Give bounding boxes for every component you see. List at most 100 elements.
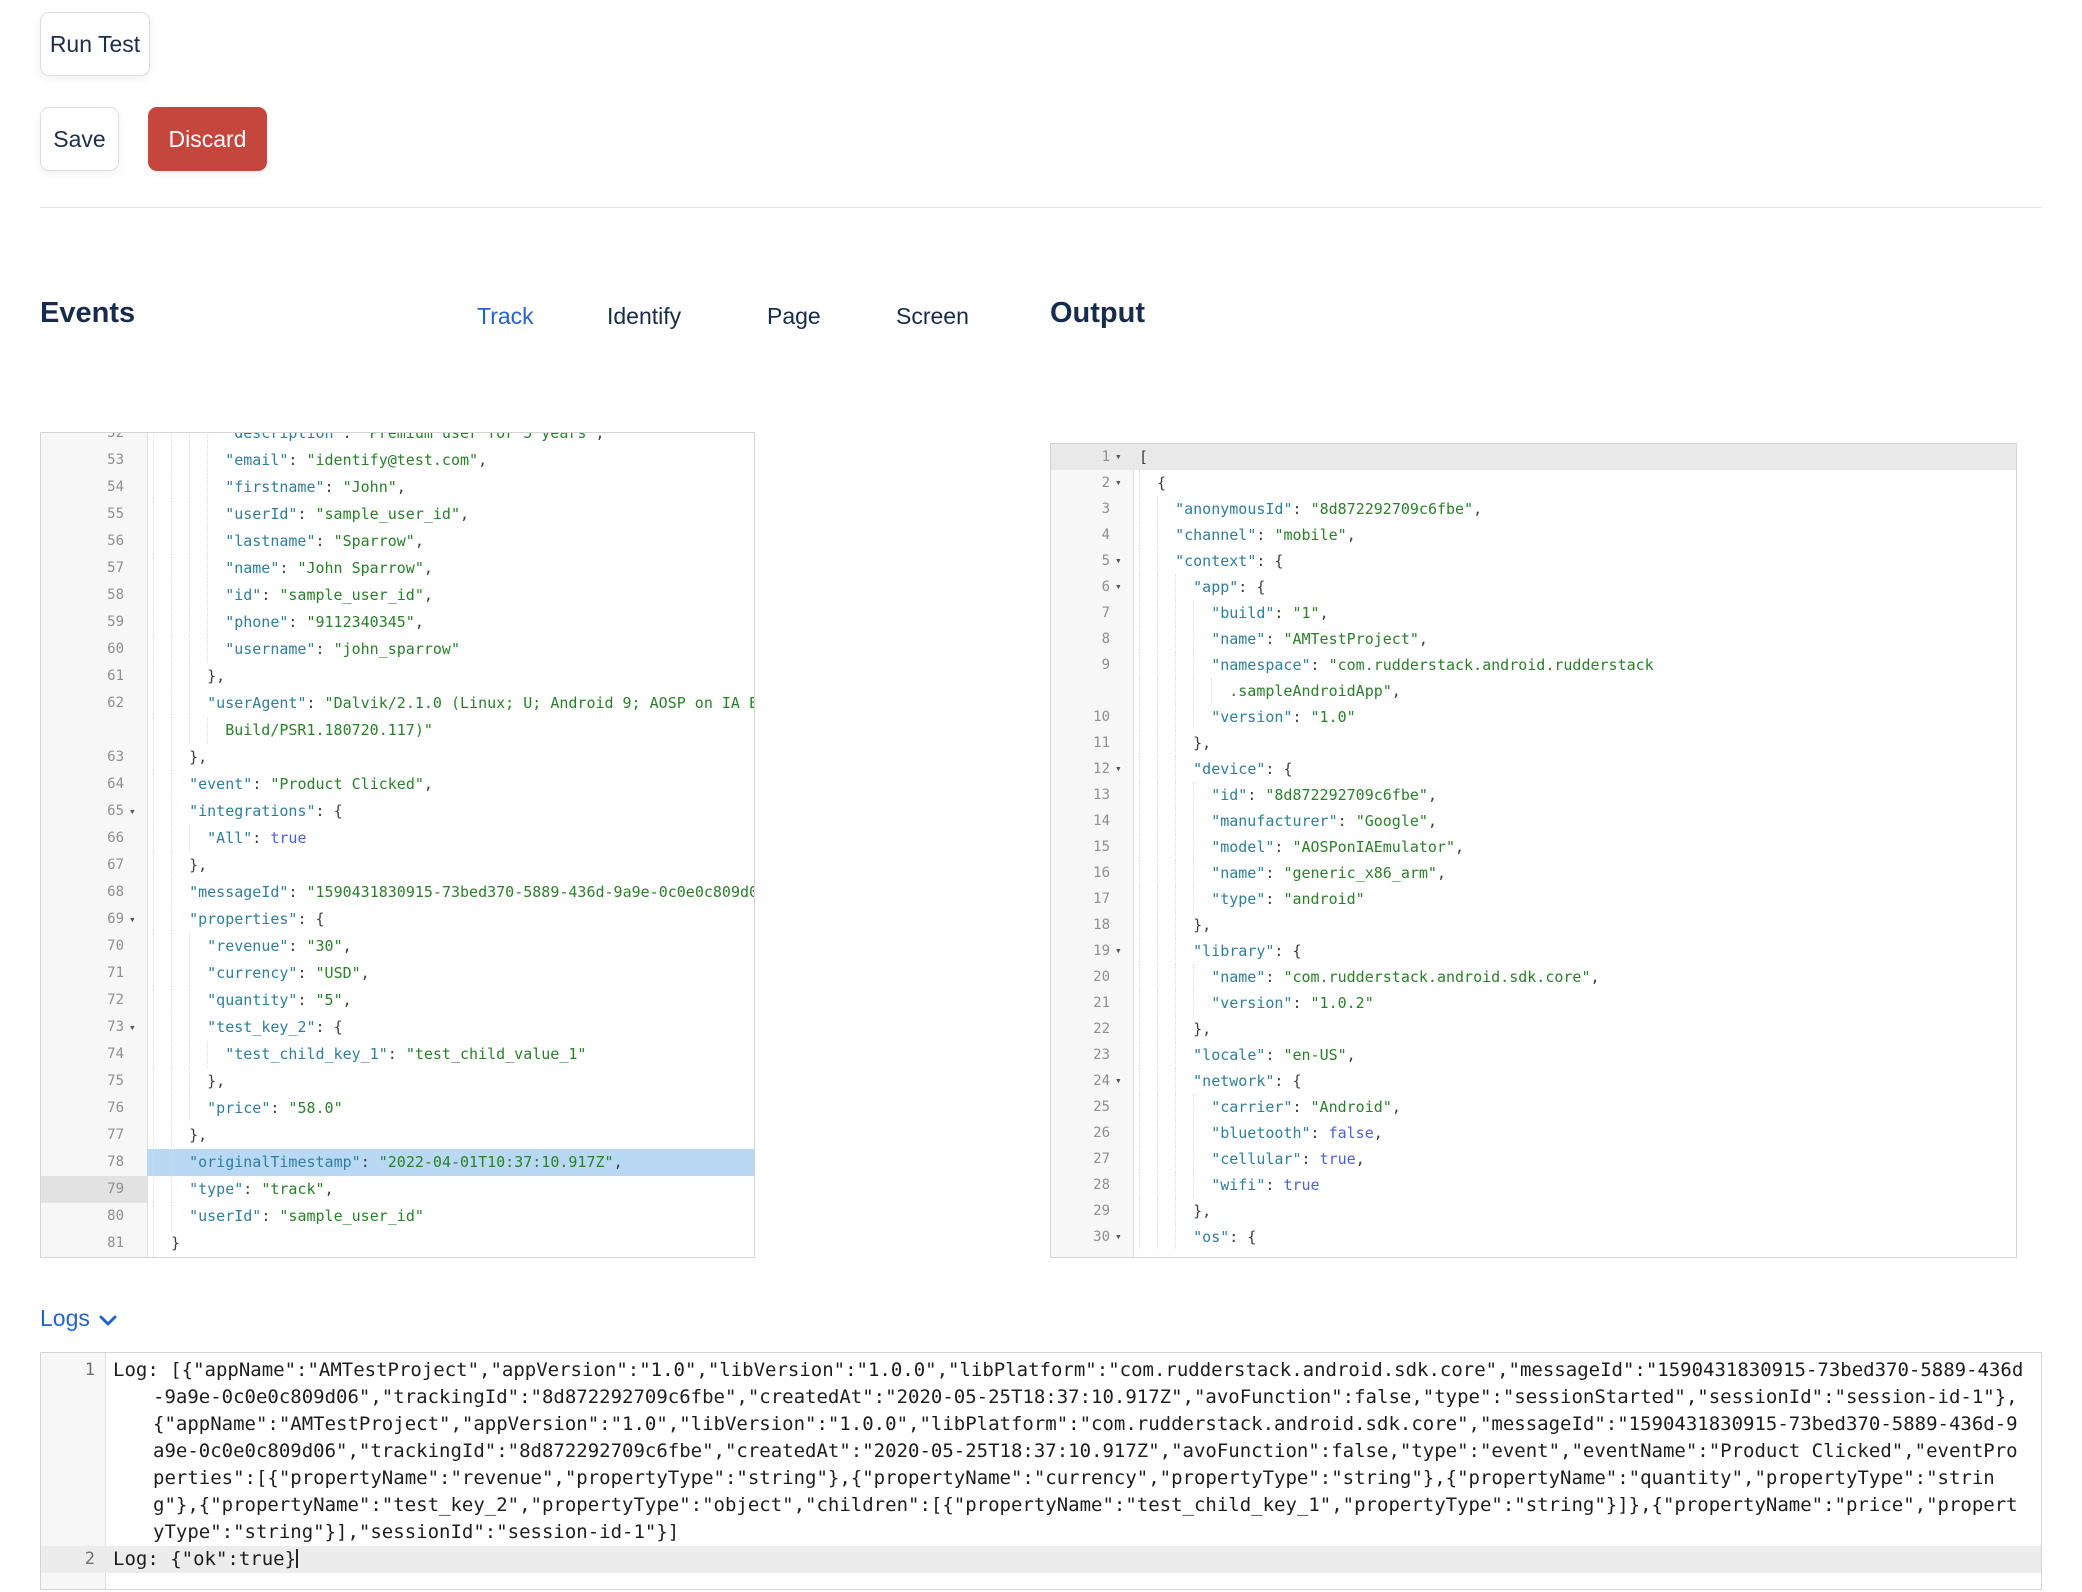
code-line[interactable]: 17"type": "android"	[1051, 886, 2016, 912]
code-line[interactable]: 27"cellular": true,	[1051, 1146, 2016, 1172]
line-number: 58	[41, 582, 129, 609]
fold-arrow-icon[interactable]: ▾	[1115, 470, 1133, 496]
fold-arrow-icon[interactable]: ▾	[129, 798, 147, 825]
tab-screen[interactable]: Screen	[896, 303, 969, 330]
fold-arrow-icon[interactable]: ▾	[1115, 938, 1133, 964]
code-line[interactable]: 69▾"properties": {	[41, 906, 754, 933]
events-json-editor[interactable]: 52"description": "Premium user for 5 yea…	[40, 432, 755, 1258]
log-entry[interactable]: 2Log: {"ok":true}	[41, 1546, 2041, 1573]
code-line[interactable]: 14"manufacturer": "Google",	[1051, 808, 2016, 834]
code-line[interactable]: .sampleAndroidApp",	[1051, 678, 2016, 704]
line-number: 2	[1051, 470, 1115, 496]
code-line[interactable]: 66"All": true	[41, 825, 754, 852]
code-line[interactable]: 18},	[1051, 912, 2016, 938]
fold-arrow-icon[interactable]: ▾	[1115, 756, 1133, 782]
code-line[interactable]: 81}	[41, 1230, 754, 1257]
run-test-button[interactable]: Run Test	[40, 12, 150, 76]
line-number: 56	[41, 528, 129, 555]
code-line[interactable]: 28"wifi": true	[1051, 1172, 2016, 1198]
code-line[interactable]: 16"name": "generic_x86_arm",	[1051, 860, 2016, 886]
fold-arrow-icon[interactable]: ▾	[1115, 548, 1133, 574]
code-line[interactable]: 71"currency": "USD",	[41, 960, 754, 987]
gutter-cell: 13	[1051, 782, 1133, 808]
code-line[interactable]: 80"userId": "sample_user_id"	[41, 1203, 754, 1230]
code-line[interactable]: 55"userId": "sample_user_id",	[41, 501, 754, 528]
code-line[interactable]: 22},	[1051, 1016, 2016, 1042]
discard-button[interactable]: Discard	[148, 107, 267, 171]
fold-arrow-icon[interactable]: ▾	[1115, 574, 1133, 600]
code-line[interactable]: 73▾"test_key_2": {	[41, 1014, 754, 1041]
code-line[interactable]: 60"username": "john_sparrow"	[41, 636, 754, 663]
output-json-editor[interactable]: 1▾[2▾{3"anonymousId": "8d872292709c6fbe"…	[1050, 443, 2017, 1258]
tab-identify[interactable]: Identify	[607, 303, 681, 330]
code-line[interactable]: 7"build": "1",	[1051, 600, 2016, 626]
logs-editor[interactable]: 1Log: [{"appName":"AMTestProject","appVe…	[40, 1352, 2042, 1590]
gutter-cell: 67	[41, 852, 147, 879]
code-line[interactable]: 1▾[	[1051, 444, 2016, 470]
code-line[interactable]: 61},	[41, 663, 754, 690]
code-line[interactable]: 70"revenue": "30",	[41, 933, 754, 960]
code-line[interactable]: 15"model": "AOSPonIAEmulator",	[1051, 834, 2016, 860]
code-line[interactable]: 20"name": "com.rudderstack.android.sdk.c…	[1051, 964, 2016, 990]
code-line[interactable]: 72"quantity": "5",	[41, 987, 754, 1014]
code-line[interactable]: 3"anonymousId": "8d872292709c6fbe",	[1051, 496, 2016, 522]
fold-arrow-icon	[1115, 1172, 1133, 1198]
code-line[interactable]: 52"description": "Premium user for 5 yea…	[41, 432, 754, 447]
fold-arrow-icon[interactable]: ▾	[1115, 1068, 1133, 1094]
code-line[interactable]: 26"bluetooth": false,	[1051, 1120, 2016, 1146]
fold-arrow-icon[interactable]: ▾	[129, 1014, 147, 1041]
code-line[interactable]: 10"version": "1.0"	[1051, 704, 2016, 730]
code-line[interactable]: 2▾{	[1051, 470, 2016, 496]
fold-arrow-icon[interactable]: ▾	[1115, 444, 1133, 470]
code-line[interactable]: 54"firstname": "John",	[41, 474, 754, 501]
save-button[interactable]: Save	[40, 107, 119, 171]
line-number: 24	[1051, 1068, 1115, 1094]
code-line[interactable]: 63},	[41, 744, 754, 771]
fold-arrow-icon	[129, 528, 147, 555]
fold-arrow-icon	[1115, 496, 1133, 522]
code-line[interactable]: 58"id": "sample_user_id",	[41, 582, 754, 609]
code-line[interactable]: 77},	[41, 1122, 754, 1149]
code-line[interactable]: 68"messageId": "1590431830915-73bed370-5…	[41, 879, 754, 906]
code-line[interactable]: Build/PSR1.180720.117)"	[41, 717, 754, 744]
fold-arrow-icon[interactable]: ▾	[129, 906, 147, 933]
code-line[interactable]: 57"name": "John Sparrow",	[41, 555, 754, 582]
code-line[interactable]: 5▾"context": {	[1051, 548, 2016, 574]
tab-page[interactable]: Page	[767, 303, 821, 330]
line-number	[41, 717, 129, 744]
code-line[interactable]: 23"locale": "en-US",	[1051, 1042, 2016, 1068]
code-line[interactable]: 62"userAgent": "Dalvik/2.1.0 (Linux; U; …	[41, 690, 754, 717]
log-entry[interactable]: 1Log: [{"appName":"AMTestProject","appVe…	[41, 1357, 2041, 1546]
code-line[interactable]: 25"carrier": "Android",	[1051, 1094, 2016, 1120]
code-line[interactable]: 65▾"integrations": {	[41, 798, 754, 825]
code-line[interactable]: 11},	[1051, 730, 2016, 756]
code-line[interactable]: 13"id": "8d872292709c6fbe",	[1051, 782, 2016, 808]
code-line[interactable]: 74"test_child_key_1": "test_child_value_…	[41, 1041, 754, 1068]
log-line-number: 1	[41, 1357, 105, 1546]
code-line[interactable]: 75},	[41, 1068, 754, 1095]
code-line[interactable]: 53"email": "identify@test.com",	[41, 447, 754, 474]
code-line[interactable]: 59"phone": "9112340345",	[41, 609, 754, 636]
code-line[interactable]: 24▾"network": {	[1051, 1068, 2016, 1094]
code-line[interactable]: 4"channel": "mobile",	[1051, 522, 2016, 548]
code-line[interactable]: 21"version": "1.0.2"	[1051, 990, 2016, 1016]
logs-toggle[interactable]: Logs	[40, 1305, 117, 1332]
code-line[interactable]: 9"namespace": "com.rudderstack.android.r…	[1051, 652, 2016, 678]
code-line[interactable]: 64"event": "Product Clicked",	[41, 771, 754, 798]
fold-arrow-icon[interactable]: ▾	[1115, 1224, 1133, 1250]
code-line[interactable]: 56"lastname": "Sparrow",	[41, 528, 754, 555]
code-line[interactable]: 30▾"os": {	[1051, 1224, 2016, 1250]
code-line[interactable]: 8"name": "AMTestProject",	[1051, 626, 2016, 652]
code-line[interactable]: 76"price": "58.0"	[41, 1095, 754, 1122]
code-line[interactable]: 12▾"device": {	[1051, 756, 2016, 782]
code-line[interactable]: 78"originalTimestamp": "2022-04-01T10:37…	[41, 1149, 754, 1176]
code-line[interactable]: 67},	[41, 852, 754, 879]
code-line[interactable]: 79"type": "track",	[41, 1176, 754, 1203]
code-line[interactable]: 29},	[1051, 1198, 2016, 1224]
fold-arrow-icon	[129, 555, 147, 582]
code-line[interactable]: 82]	[41, 1257, 754, 1258]
code-line[interactable]: 19▾"library": {	[1051, 938, 2016, 964]
log-text: Log: [{"appName":"AMTestProject","appVer…	[105, 1357, 2041, 1546]
tab-track[interactable]: Track	[477, 303, 534, 330]
code-line[interactable]: 6▾"app": {	[1051, 574, 2016, 600]
